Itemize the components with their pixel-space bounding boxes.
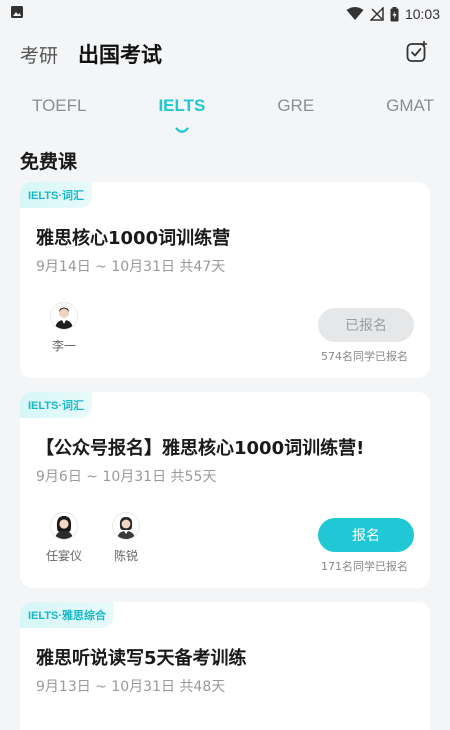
- tab-toefl-label: TOEFL: [32, 96, 87, 115]
- course-date-range: 9月6日 ~ 10月31日: [36, 469, 167, 485]
- teacher-name: 任宴仪: [45, 549, 82, 563]
- tab-gmat[interactable]: GMAT: [386, 86, 434, 136]
- course-date: 9月14日 ~ 10月31日 共47天: [36, 256, 225, 276]
- enrolled-button[interactable]: 已报名: [318, 308, 414, 342]
- status-icons: 10:03: [346, 6, 440, 22]
- course-duration: 共47天: [179, 259, 226, 275]
- avatar: [50, 302, 78, 330]
- course-date: 9月13日 ~ 10月31日 共48天: [36, 676, 225, 696]
- avatar: [50, 512, 78, 540]
- course-title: 雅思听说读写5天备考训练: [36, 648, 247, 669]
- course-tag: IELTS·词汇: [20, 182, 93, 208]
- course-card[interactable]: IELTS·词汇 雅思核心1000词训练营 9月14日 ~ 10月31日 共47…: [20, 182, 430, 378]
- course-title: 雅思核心1000词训练营: [36, 228, 231, 249]
- image-icon: [10, 5, 24, 23]
- battery-icon: [390, 6, 399, 22]
- teacher-name: 李一: [51, 339, 76, 353]
- section-title: 免费课: [20, 151, 78, 173]
- status-bar: 10:03: [0, 0, 450, 28]
- teacher[interactable]: 任宴仪: [44, 512, 84, 564]
- tab-gre-label: GRE: [277, 96, 315, 115]
- header-tab-study-abroad[interactable]: 出国考试: [78, 39, 162, 69]
- avatar: [112, 512, 140, 540]
- header-tab-kaoyan[interactable]: 考研: [20, 41, 58, 68]
- teacher-list: 李一: [44, 302, 84, 354]
- header: 考研 出国考试: [0, 28, 450, 80]
- status-time: 10:03: [404, 6, 440, 22]
- wifi-icon: [346, 7, 364, 21]
- tab-gre[interactable]: GRE: [277, 86, 314, 136]
- exam-tabs: TOEFL IELTS GRE GMAT: [0, 86, 450, 136]
- teacher-list: 任宴仪 陈锐: [44, 512, 146, 564]
- teacher[interactable]: 陈锐: [106, 512, 146, 564]
- checkin-button[interactable]: [402, 39, 432, 69]
- course-tag: IELTS·雅思综合: [20, 602, 115, 628]
- tab-toefl[interactable]: TOEFL: [32, 86, 86, 136]
- course-date: 9月6日 ~ 10月31日 共55天: [36, 466, 216, 486]
- no-signal-icon: [369, 7, 384, 21]
- course-duration: 共55天: [170, 469, 217, 485]
- tab-ielts-label: IELTS: [158, 96, 206, 115]
- tab-gmat-label: GMAT: [386, 96, 434, 115]
- header-tabs: 考研 出国考试: [20, 39, 162, 69]
- course-title: 【公众号报名】雅思核心1000词训练营!: [36, 438, 365, 459]
- teacher-name: 陈锐: [113, 549, 138, 563]
- enrolled-count: 574名同学已报名: [321, 350, 408, 363]
- active-tab-indicator: [175, 120, 189, 140]
- enroll-button[interactable]: 报名: [318, 518, 414, 552]
- tab-ielts[interactable]: IELTS: [158, 86, 205, 136]
- checkin-icon: [405, 40, 429, 68]
- course-card[interactable]: IELTS·雅思综合 雅思听说读写5天备考训练 9月13日 ~ 10月31日 共…: [20, 602, 430, 730]
- course-tag: IELTS·词汇: [20, 392, 93, 418]
- course-date-range: 9月13日 ~ 10月31日: [36, 679, 175, 695]
- course-card[interactable]: IELTS·词汇 【公众号报名】雅思核心1000词训练营! 9月6日 ~ 10月…: [20, 392, 430, 588]
- course-list: IELTS·词汇 雅思核心1000词训练营 9月14日 ~ 10月31日 共47…: [0, 182, 450, 730]
- enrolled-count: 171名同学已报名: [321, 560, 408, 573]
- course-date-range: 9月14日 ~ 10月31日: [36, 259, 175, 275]
- course-duration: 共48天: [179, 679, 226, 695]
- teacher[interactable]: 李一: [44, 302, 84, 354]
